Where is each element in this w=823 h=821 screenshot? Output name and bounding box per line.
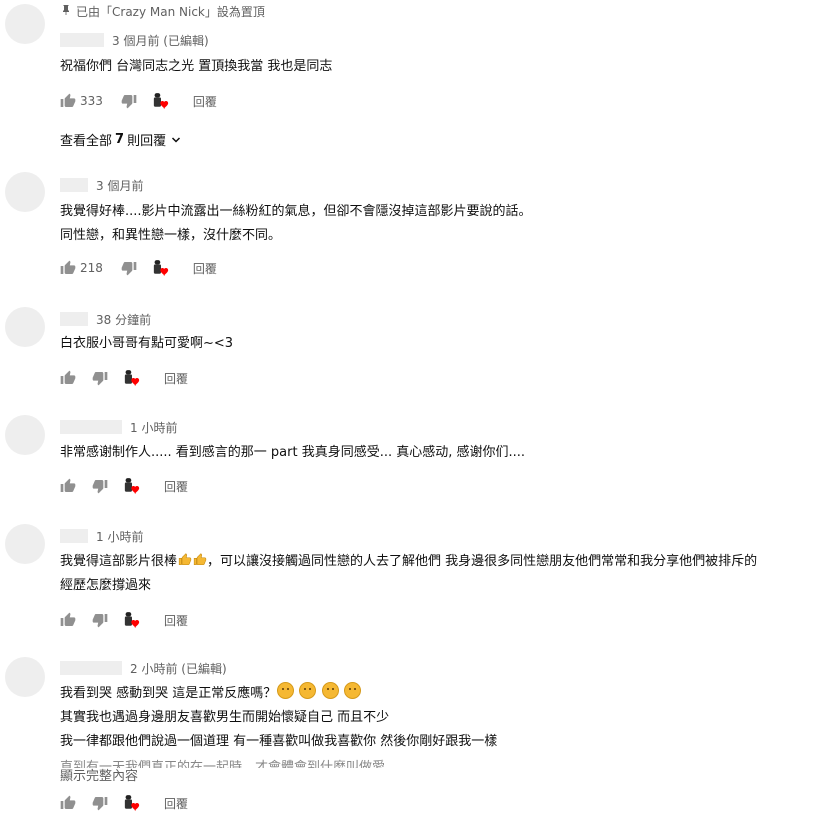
pinned-label: 已由「Crazy Man Nick」設為置頂 (60, 4, 265, 20)
author-name[interactable] (60, 529, 88, 543)
comment-meta: 2 小時前 (已編輯) (60, 660, 227, 676)
comment-line: 我覺得好棒....影片中流露出一絲粉紅的氣息，但卻不會隱沒掉這部影片要說的話。 (60, 204, 532, 219)
comment-time[interactable]: 2 小時前 (已編輯) (130, 660, 227, 677)
comment-line: 我覺得這部影片很棒 ，可以讓沒接觸過同性戀的人去了解他們 我身邊很多同性戀朋友他們… (60, 550, 757, 574)
view-replies-prefix: 查看全部 (60, 134, 113, 149)
avatar[interactable] (5, 524, 45, 564)
thumbs-up-emoji (178, 553, 192, 566)
comment-line-start: 我看到哭 感動到哭 這是正常反應嗎？ (60, 686, 277, 701)
comment-actions: 回覆 (60, 793, 188, 813)
comment-time[interactable]: 1 小時前 (96, 528, 143, 545)
author-name[interactable] (60, 661, 122, 675)
creator-heart-icon (122, 794, 142, 812)
comment-actions: 333 回覆 (60, 91, 217, 111)
author-name[interactable] (60, 178, 88, 192)
comment-line: 我一律都跟他們說過一個道理 有一種喜歡叫做我喜歡你 然後你剛好跟我一樣 (60, 734, 498, 749)
thumbs-up-icon[interactable] (60, 260, 76, 276)
pinned-text: 已由「Crazy Man Nick」設為置頂 (76, 5, 265, 19)
comment-line: 同性戀，和異性戀一樣，沒什麼不同。 (60, 228, 282, 243)
sad-face-emoji (299, 682, 317, 699)
sad-face-emoji (343, 682, 361, 699)
avatar[interactable] (5, 415, 45, 455)
creator-heart-icon (151, 92, 171, 110)
reply-button[interactable]: 回覆 (164, 478, 188, 495)
view-replies-count: 7 (115, 132, 125, 147)
thumbs-up-icon[interactable] (60, 612, 76, 628)
comment-meta: 3 個月前 (已編輯) (60, 32, 209, 48)
like-count: 218 (80, 261, 103, 275)
creator-heart-icon (151, 259, 171, 277)
sad-face-emoji (277, 682, 295, 699)
reply-button[interactable]: 回覆 (164, 612, 188, 629)
comment-actions: 218 回覆 (60, 258, 217, 278)
sad-face-emoji (321, 682, 339, 699)
view-replies-suffix: 則回覆 (127, 134, 167, 149)
thumbs-down-icon[interactable] (92, 612, 108, 628)
comment-actions: 回覆 (60, 476, 188, 496)
comment-text: 白衣服小哥哥有點可愛啊~<3 (60, 332, 233, 356)
thumbs-down-icon[interactable] (92, 478, 108, 494)
thumbs-down-icon[interactable] (121, 93, 137, 109)
comment-line: 經歷怎麼撐過來 (60, 578, 152, 593)
view-replies-button[interactable]: 查看全部 7 則回覆 (60, 130, 182, 149)
avatar[interactable] (5, 4, 45, 44)
pin-icon (60, 4, 72, 20)
comment-line: 其實我也遇過身邊朋友喜歡男生而開始懷疑自己 而且不少 (60, 710, 390, 725)
comment-meta: 38 分鐘前 (60, 311, 151, 327)
reply-button[interactable]: 回覆 (193, 93, 217, 110)
comment-text: 我覺得好棒....影片中流露出一絲粉紅的氣息，但卻不會隱沒掉這部影片要說的話。 … (60, 200, 532, 248)
thumbs-up-emoji (193, 553, 207, 566)
comment-line-end: ，可以讓沒接觸過同性戀的人去了解他們 我身邊很多同性戀朋友他們常常和我分享他們被… (207, 554, 758, 569)
comment-meta: 3 個月前 (60, 177, 143, 193)
reply-button[interactable]: 回覆 (193, 260, 217, 277)
reply-button[interactable]: 回覆 (164, 370, 188, 387)
comment-time[interactable]: 1 小時前 (130, 419, 177, 436)
creator-heart-icon (122, 477, 142, 495)
comment-line: 我看到哭 感動到哭 這是正常反應嗎？ (60, 682, 497, 706)
author-name[interactable] (60, 33, 104, 47)
thumbs-down-icon[interactable] (92, 795, 108, 811)
comment-text: 我看到哭 感動到哭 這是正常反應嗎？ 其實我也遇過身邊朋友喜歡男生而開始懷疑自己… (60, 682, 497, 754)
comment-time[interactable]: 3 個月前 (96, 177, 143, 194)
chevron-down-icon (170, 134, 182, 146)
thumbs-down-icon[interactable] (92, 370, 108, 386)
comment-actions: 回覆 (60, 368, 188, 388)
reply-button[interactable]: 回覆 (164, 795, 188, 812)
thumbs-down-icon[interactable] (121, 260, 137, 276)
comment-text: 我覺得這部影片很棒 ，可以讓沒接觸過同性戀的人去了解他們 我身邊很多同性戀朋友他們… (60, 550, 757, 598)
comment-meta: 1 小時前 (60, 419, 177, 435)
comment-actions: 回覆 (60, 610, 188, 630)
comment-text: 祝福你們 台灣同志之光 置頂換我當 我也是同志 (60, 55, 332, 79)
creator-heart-icon (122, 611, 142, 629)
avatar[interactable] (5, 657, 45, 697)
comment-line-start: 我覺得這部影片很棒 (60, 554, 178, 569)
creator-heart-icon (122, 369, 142, 387)
comment-text: 非常感谢制作人..... 看到感言的那一 part 我真身同感受... 真心感动… (60, 441, 525, 465)
thumbs-up-icon[interactable] (60, 93, 76, 109)
comment-time[interactable]: 3 個月前 (已編輯) (112, 32, 209, 49)
comment-line: 白衣服小哥哥有點可愛啊~<3 (60, 336, 234, 351)
author-name[interactable] (60, 312, 88, 326)
comment-line: 祝福你們 台灣同志之光 置頂換我當 我也是同志 (60, 59, 333, 74)
thumbs-up-icon[interactable] (60, 795, 76, 811)
comment-time[interactable]: 38 分鐘前 (96, 311, 151, 328)
thumbs-up-icon[interactable] (60, 370, 76, 386)
author-name[interactable] (60, 420, 122, 434)
avatar[interactable] (5, 172, 45, 212)
comment-line: 非常感谢制作人..... 看到感言的那一 part 我真身同感受... 真心感动… (60, 445, 526, 460)
thumbs-up-icon[interactable] (60, 478, 76, 494)
like-count: 333 (80, 94, 103, 108)
avatar[interactable] (5, 307, 45, 347)
show-more-button[interactable]: 顯示完整內容 (60, 765, 138, 784)
comment-meta: 1 小時前 (60, 528, 143, 544)
